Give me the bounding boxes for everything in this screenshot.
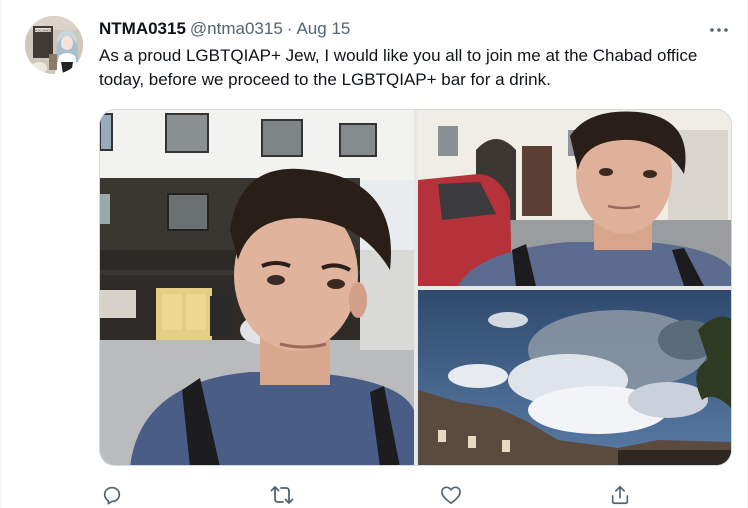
avatar[interactable]: POCHINKA bbox=[25, 16, 83, 74]
reply-icon bbox=[103, 486, 121, 505]
avatar-image: POCHINKA bbox=[25, 16, 83, 74]
photo-image bbox=[418, 110, 731, 286]
photo-image bbox=[100, 110, 414, 465]
media-grid bbox=[99, 109, 732, 466]
tweet: POCHINKA NTMA0315 @ntma0315 · Aug 15 As … bbox=[0, 0, 748, 508]
photo-selfie-building[interactable] bbox=[100, 110, 414, 465]
display-name[interactable]: NTMA0315 bbox=[99, 19, 186, 39]
avatar-sign-text: POCHINKA bbox=[35, 28, 51, 32]
retweet-icon bbox=[270, 486, 294, 504]
tweet-text: As a proud LGBTQIAP+ Jew, I would like y… bbox=[99, 46, 698, 89]
photo-image bbox=[418, 290, 731, 465]
tweet-actions bbox=[99, 480, 639, 508]
separator-dot: · bbox=[286, 19, 293, 38]
tweet-date[interactable]: Aug 15 bbox=[296, 19, 350, 39]
tweet-header: NTMA0315 @ntma0315 · Aug 15 bbox=[99, 18, 350, 40]
share-icon bbox=[611, 485, 629, 505]
share-button[interactable] bbox=[607, 482, 633, 508]
like-icon bbox=[441, 486, 461, 504]
more-button[interactable] bbox=[707, 20, 731, 40]
more-horizontal-icon bbox=[710, 28, 728, 32]
photo-sky[interactable] bbox=[418, 290, 731, 465]
retweet-button[interactable] bbox=[269, 482, 295, 508]
photo-selfie-street[interactable] bbox=[418, 110, 731, 286]
reply-button[interactable] bbox=[99, 482, 125, 508]
like-button[interactable] bbox=[438, 482, 464, 508]
user-handle[interactable]: @ntma0315 bbox=[190, 19, 283, 39]
